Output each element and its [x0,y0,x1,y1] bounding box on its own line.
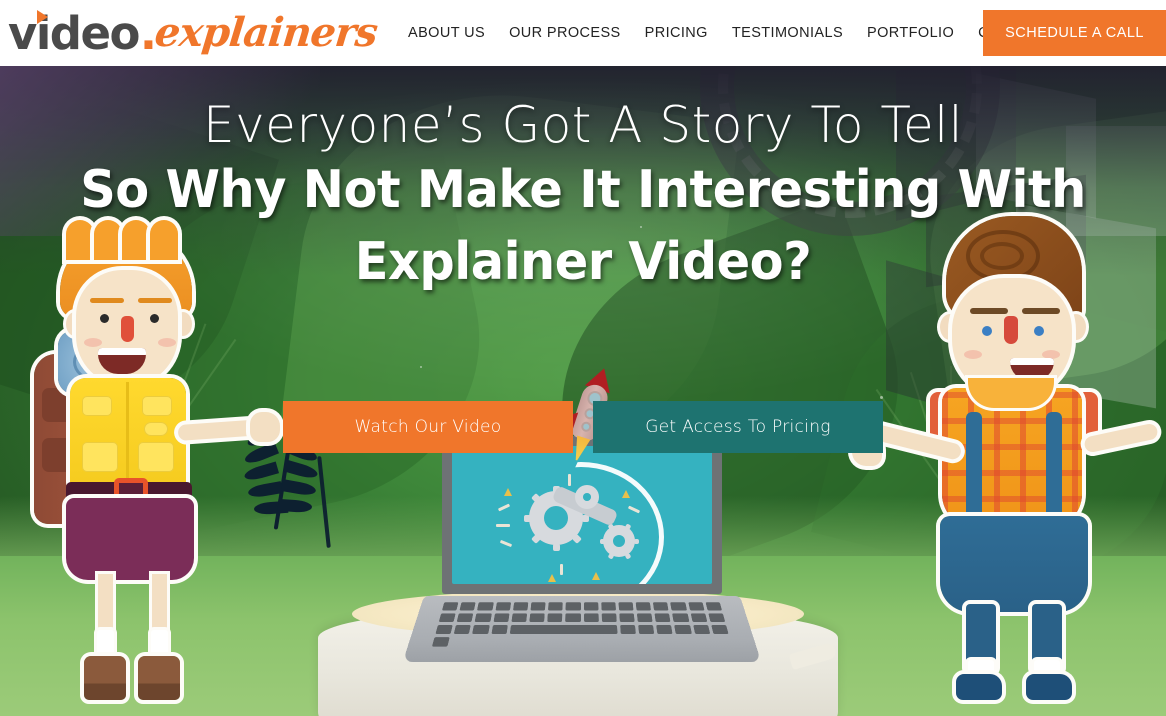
nav-item-pricing[interactable]: PRICING [633,25,720,41]
get-access-to-pricing-button[interactable]: Get Access To Pricing [593,401,883,453]
left-character-hiker-boy [22,220,280,716]
schedule-a-call-button[interactable]: SCHEDULE A CALL [983,10,1166,56]
eye [982,326,992,336]
eyebrow [1022,308,1060,314]
nav-item-our-process[interactable]: OUR PROCESS [497,25,633,41]
nose [1004,316,1018,344]
overalls [940,516,1088,612]
eye [100,314,109,323]
play-triangle-icon [37,9,48,24]
nav-item-portfolio[interactable]: PORTFOLIO [855,25,966,41]
nav-item-testimonials[interactable]: TESTIMONIALS [720,25,855,41]
site-header: video . explainers ABOUT US OUR PROCESS … [0,0,1166,66]
nav-item-about-us[interactable]: ABOUT US [396,25,497,41]
sneaker [956,674,1002,700]
gear-teeth-small [599,522,639,560]
logo-script-text: explainers [152,9,380,56]
shorts [66,498,194,580]
blush [964,350,982,359]
light-speck [420,366,422,368]
eye [150,314,159,323]
spark [496,524,510,527]
rod-pivot [580,490,594,504]
boot [138,656,180,700]
nose [121,316,134,342]
spark [497,503,511,512]
spark [560,564,563,575]
star-icon [548,574,556,582]
blush [158,338,176,347]
star-icon [592,572,600,580]
laptop-screen [452,446,712,584]
sneaker [1026,674,1072,700]
logo-main-text: video [8,6,140,60]
logo-word-video: video [8,9,140,56]
eyebrow [90,298,124,303]
eyebrow [138,298,172,303]
headline-line-1: Everyone’s Got A Story To Tell [203,96,963,154]
laptop-base [402,596,762,663]
spark [568,474,571,486]
star-icon [622,490,630,498]
eyebrow [970,308,1008,314]
headline-line-2: So Why Not Make It Interesting With [80,160,1086,220]
palm-frond-icon [288,456,358,551]
laptop-keyboard [431,602,732,647]
hero-section: Everyone’s Got A Story To Tell So Why No… [0,66,1166,716]
hero-cta-row: Watch Our Video Get Access To Pricing [0,401,1166,453]
spark [499,539,513,548]
light-speck [880,396,883,399]
headline-line-3: Explainer Video? [354,232,812,292]
watch-our-video-button[interactable]: Watch Our Video [283,401,573,453]
site-logo[interactable]: video . explainers [8,4,379,62]
blush [84,338,102,347]
eye [1034,326,1044,336]
hero-headline: Everyone’s Got A Story To Tell So Why No… [0,96,1166,298]
star-icon [504,488,512,496]
boot [84,656,126,700]
laptop [402,436,762,668]
